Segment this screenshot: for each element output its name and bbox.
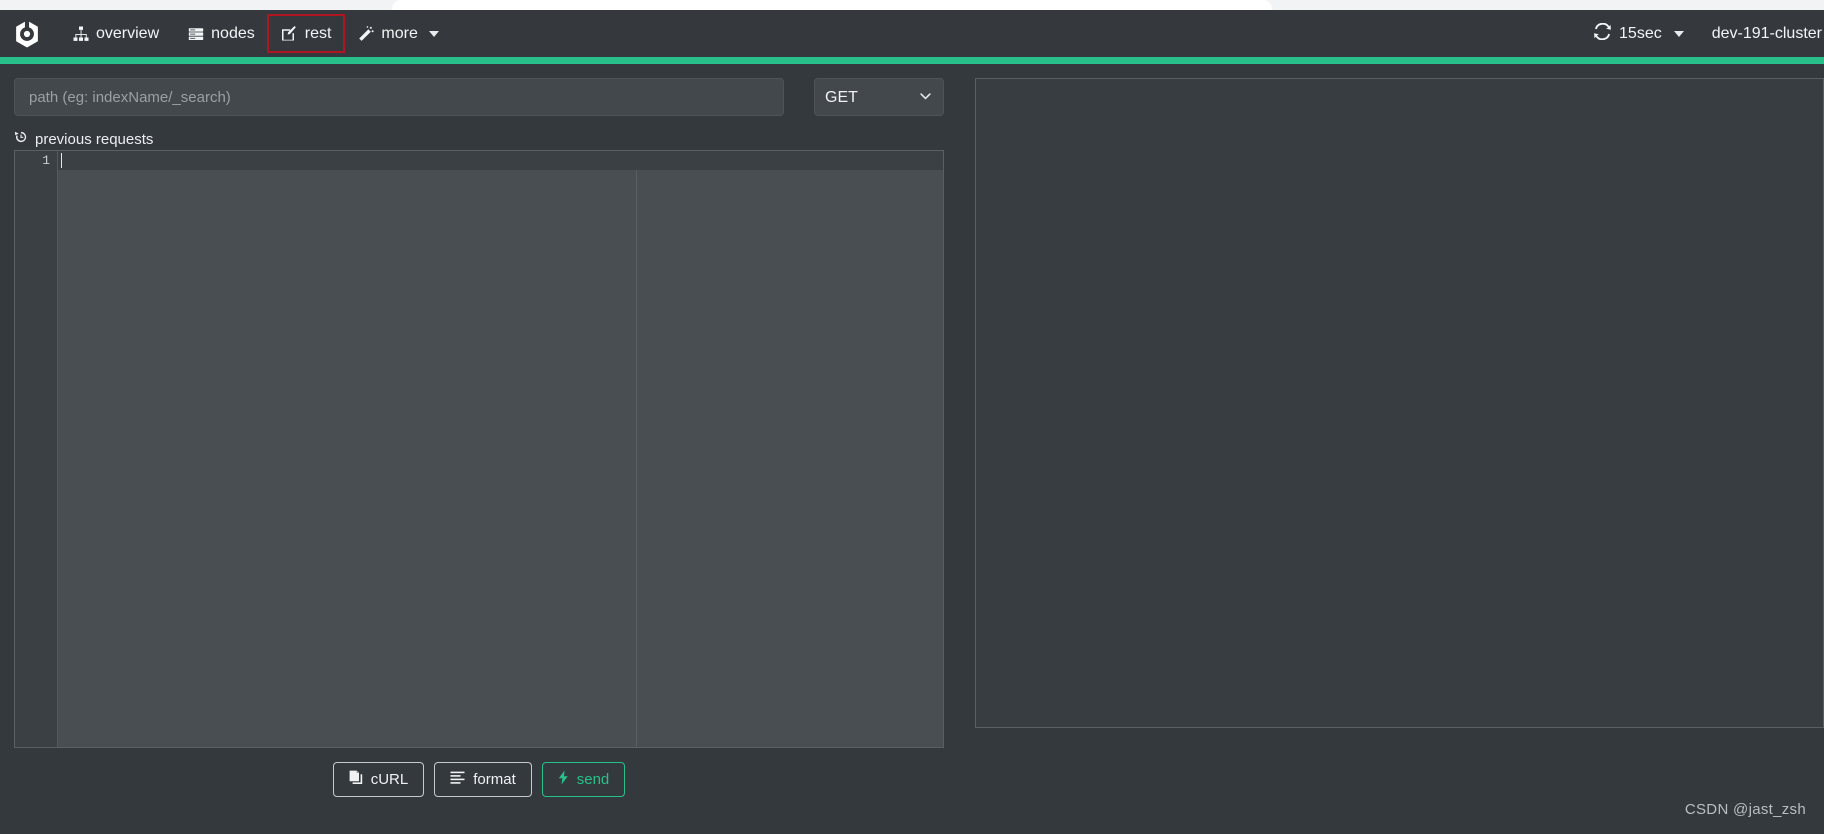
browser-chrome-strip	[0, 0, 1824, 10]
refresh-interval-label: 15sec	[1619, 24, 1662, 42]
request-bar: GET	[14, 78, 944, 116]
edit-square-icon	[281, 25, 298, 42]
navbar-right-group: 15sec dev-191-cluster	[1580, 15, 1824, 53]
sitemap-icon	[72, 25, 89, 42]
cluster-name-label[interactable]: dev-191-cluster	[1698, 17, 1824, 51]
editor-line-number: 1	[42, 153, 50, 168]
nav-item-nodes[interactable]: nodes	[173, 17, 269, 50]
nav-item-more[interactable]: more	[343, 17, 452, 50]
top-navbar: overview nodes rest more 15sec dev-191-c…	[0, 10, 1824, 57]
curl-button-label: cURL	[370, 771, 409, 788]
refresh-interval-selector[interactable]: 15sec	[1580, 15, 1698, 53]
nav-item-overview[interactable]: overview	[58, 17, 173, 50]
editor-vertical-ruler	[636, 170, 637, 747]
request-path-input[interactable]	[14, 78, 784, 116]
nav-item-rest-label: rest	[304, 24, 332, 42]
nav-item-overview-label: overview	[96, 24, 160, 42]
chevron-down-icon	[428, 30, 439, 37]
nav-item-more-label: more	[381, 24, 418, 42]
send-button[interactable]: send	[541, 762, 626, 797]
send-button-label: send	[576, 771, 610, 788]
copy-icon	[349, 770, 363, 789]
format-button[interactable]: format	[434, 762, 532, 797]
previous-requests-label: previous requests	[35, 130, 154, 148]
format-button-label: format	[473, 771, 516, 788]
editor-active-line-highlight	[15, 151, 943, 170]
app-root: overview nodes rest more 15sec dev-191-c…	[0, 0, 1824, 834]
watermark-label: CSDN @jast_zsh	[1684, 801, 1806, 818]
request-body-editor[interactable]: 1	[14, 150, 944, 748]
response-output-panel[interactable]	[975, 78, 1824, 728]
accent-bar	[0, 57, 1824, 64]
magic-wand-icon	[357, 25, 374, 42]
bolt-icon	[558, 770, 569, 789]
align-lines-icon	[450, 771, 465, 788]
nav-item-nodes-label: nodes	[211, 24, 255, 42]
editor-gutter: 1	[15, 151, 58, 747]
editor-action-buttons: cURL format send	[14, 762, 944, 797]
history-icon	[14, 130, 28, 148]
chevron-down-icon	[1673, 30, 1684, 37]
previous-requests-toggle[interactable]: previous requests	[14, 130, 153, 148]
browser-tab-shape	[392, 0, 1272, 10]
editor-text-caret	[61, 153, 62, 168]
cerebro-logo-icon[interactable]	[8, 15, 46, 53]
server-stack-icon	[187, 25, 204, 42]
refresh-icon	[1594, 22, 1611, 45]
http-method-select-wrapper: GET	[814, 78, 944, 116]
http-method-select[interactable]: GET	[814, 78, 944, 116]
nav-item-rest[interactable]: rest	[266, 14, 346, 53]
curl-button[interactable]: cURL	[332, 762, 425, 797]
